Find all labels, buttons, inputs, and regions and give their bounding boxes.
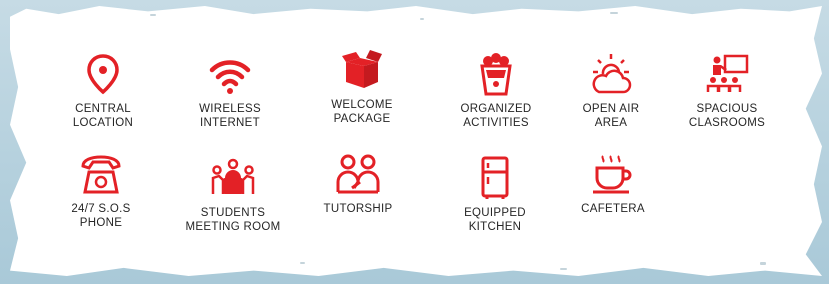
feature-label: 24/7 S.O.S PHONE	[71, 203, 131, 229]
feature-wireless-internet: WIRELESS INTERNET	[170, 52, 290, 130]
location-pin-icon	[87, 54, 119, 95]
feature-label: WELCOME PACKAGE	[331, 99, 393, 125]
feature-central-location: CENTRAL LOCATION	[43, 52, 163, 130]
sun-cloud-icon	[592, 54, 632, 94]
feature-equipped-kitchen: EQUIPPED KITCHEN	[435, 156, 555, 234]
feature-students-meeting-room: STUDENTS MEETING ROOM	[173, 156, 293, 234]
feature-spacious-clasrooms: SPACIOUS CLASROOMS	[667, 52, 787, 130]
feature-label: CAFETERA	[581, 203, 645, 215]
wifi-icon	[209, 60, 251, 94]
coffee-cup-icon	[593, 155, 632, 194]
feature-label: CENTRAL LOCATION	[72, 103, 134, 129]
classroom-icon	[706, 54, 749, 92]
feature-label: TUTORSHIP	[323, 203, 393, 215]
telephone-icon	[81, 155, 121, 194]
feature-label: WIRELESS INTERNET	[199, 103, 261, 129]
refrigerator-icon	[481, 156, 509, 199]
feature-welcome-package: WELCOME PACKAGE	[302, 48, 422, 126]
feature-tutorship: TUTORSHIP	[298, 152, 418, 216]
feature-open-air-area: OPEN AIR AREA	[551, 52, 671, 130]
meeting-room-icon	[211, 158, 255, 194]
feature-sos-phone: 24/7 S.O.S PHONE	[41, 152, 161, 230]
feature-label: EQUIPPED KITCHEN	[464, 207, 526, 233]
feature-cafetera: CAFETERA	[553, 152, 673, 216]
feature-organized-activities: ORGANIZED ACTIVITIES	[436, 52, 556, 130]
feature-label: STUDENTS MEETING ROOM	[185, 207, 281, 233]
feature-label: SPACIOUS CLASROOMS	[688, 103, 766, 129]
feature-label: ORGANIZED ACTIVITIES	[460, 103, 532, 129]
feature-label: OPEN AIR AREA	[582, 103, 640, 129]
features-panel	[10, 6, 822, 276]
open-box-icon	[342, 50, 382, 88]
tutorship-icon	[336, 154, 380, 194]
popcorn-icon	[480, 53, 512, 96]
